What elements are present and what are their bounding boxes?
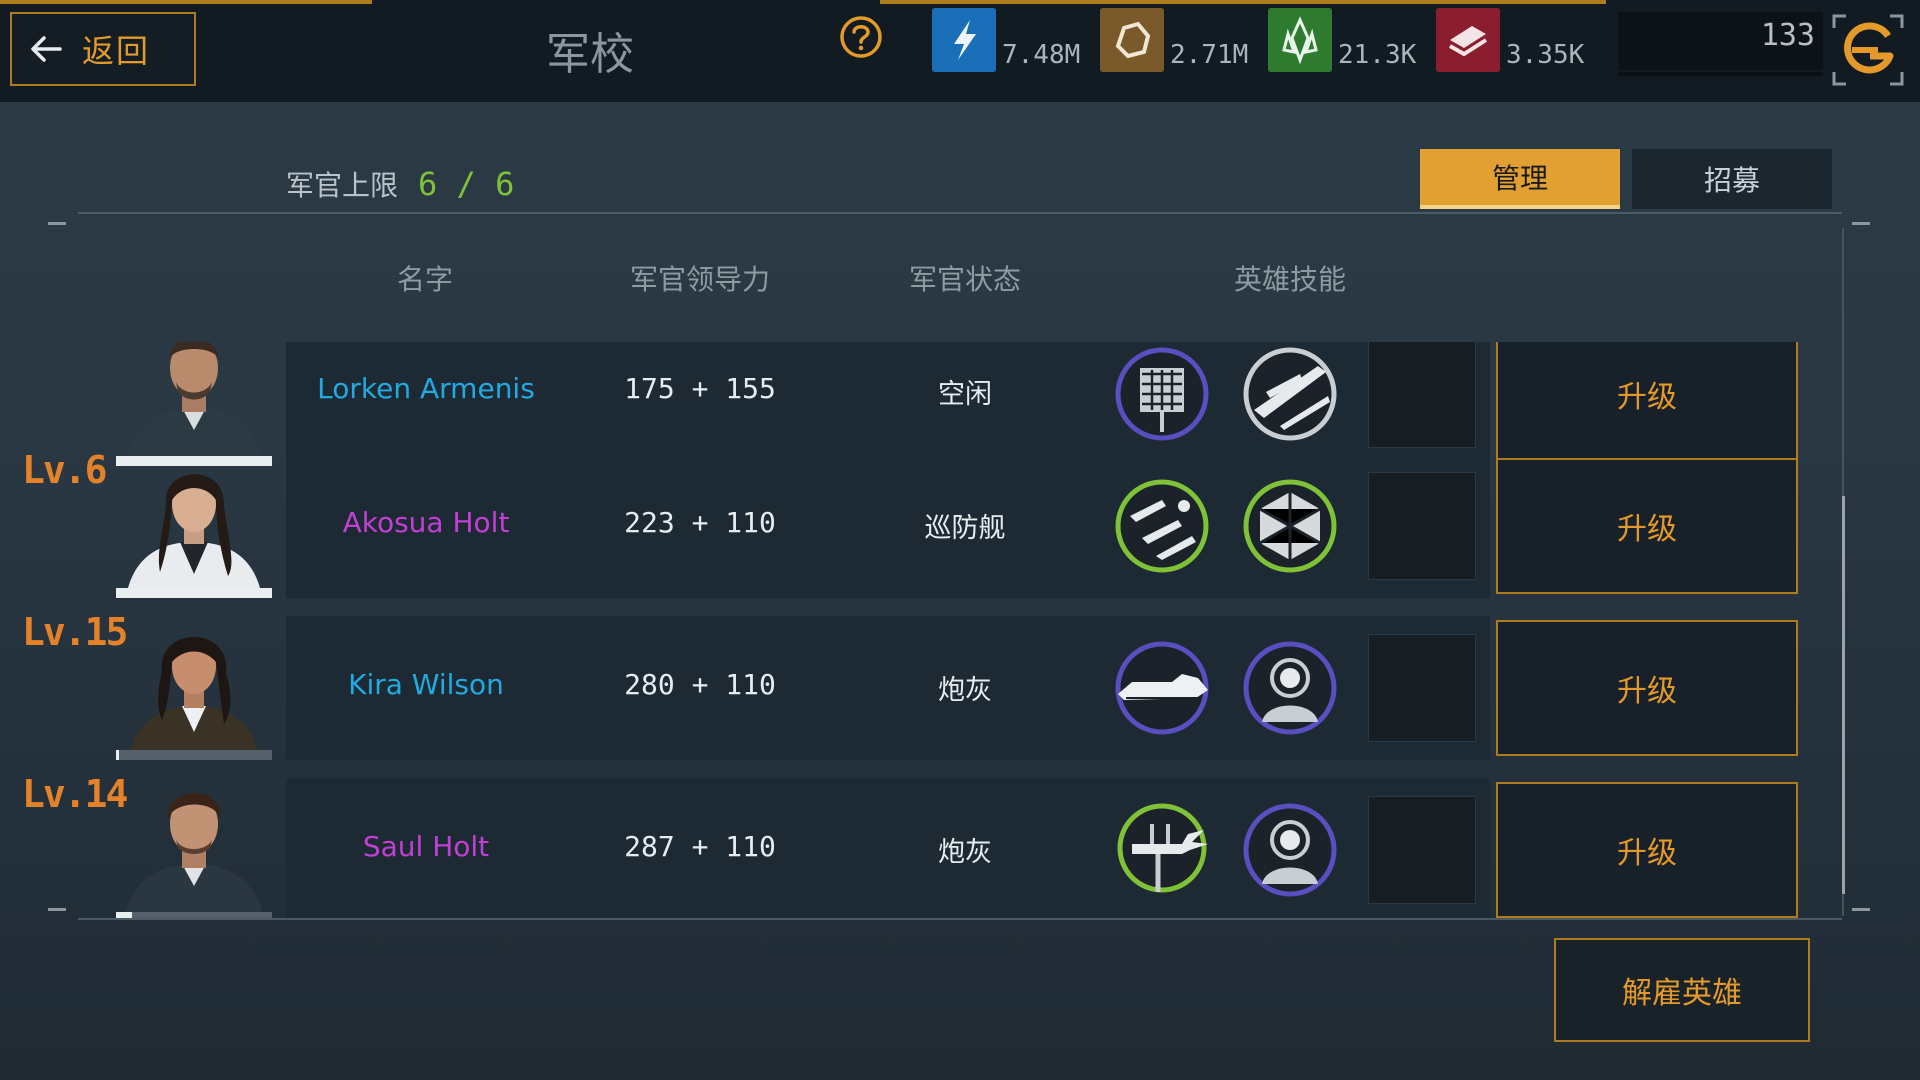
upgrade-button[interactable]: 升级 <box>1496 620 1798 756</box>
tab-recruit[interactable]: 招募 <box>1632 149 1832 209</box>
officer-row[interactable]: Lv.14 Saul Holt 287 + 110 炮灰 升级 <box>0 772 1920 918</box>
counter-bar <box>1618 72 1823 76</box>
officer-level: Lv.6 <box>22 448 108 492</box>
officer-status: 炮灰 <box>938 675 992 706</box>
empty-skill-slot[interactable] <box>1368 342 1476 448</box>
battleship-skill-icon[interactable] <box>1112 638 1212 738</box>
empty-skill-slot[interactable] <box>1368 796 1476 904</box>
officer-leadership: 175 + 155 <box>624 372 776 405</box>
energy-value: 7.48M <box>1002 40 1081 70</box>
officer-row[interactable]: Lv.6 Akosua Holt 223 + 110 巡防舰 升级 <box>0 448 1920 598</box>
officer-row[interactable]: Lv.15 Kira Wilson 280 + 110 炮灰 升级 <box>0 610 1920 760</box>
column-header-leadership: 军官领导力 <box>629 263 770 296</box>
tab-manage[interactable]: 管理 <box>1420 149 1620 209</box>
alloy-value: 3.35K <box>1506 40 1585 70</box>
health-bar <box>116 750 272 760</box>
officer-status: 炮灰 <box>938 837 992 868</box>
commander-skill-icon[interactable] <box>1240 638 1340 738</box>
resource-crystal[interactable]: 21.3K <box>1268 4 1416 94</box>
officer-avatar <box>130 637 258 750</box>
turret-blast-skill-icon[interactable] <box>1112 794 1212 894</box>
resource-ore[interactable]: 2.71M <box>1100 4 1248 94</box>
top-bar: 返回 军校 7.48M 2.71M 21.3K 3.35K 133 <box>0 0 1920 102</box>
health-bar-fill <box>116 588 272 598</box>
officer-avatar <box>128 474 260 588</box>
upgrade-button[interactable]: 升级 <box>1496 342 1798 462</box>
officer-leadership: 287 + 110 <box>624 830 776 863</box>
officer-avatar <box>126 342 262 456</box>
column-header-skills: 英雄技能 <box>1233 263 1346 296</box>
circuit-skill-icon[interactable] <box>1112 344 1212 444</box>
back-button[interactable]: 返回 <box>10 12 196 86</box>
commander-skill-icon[interactable] <box>1240 800 1340 900</box>
empty-skill-slot[interactable] <box>1368 634 1476 742</box>
hex-shield-skill-icon[interactable] <box>1240 476 1340 576</box>
alloy-icon <box>1436 8 1500 72</box>
ore-value: 2.71M <box>1170 40 1249 70</box>
officer-portrait[interactable] <box>116 342 272 466</box>
officer-leadership: 223 + 110 <box>624 506 776 539</box>
officer-level: Lv.14 <box>22 772 128 816</box>
back-label: 返回 <box>82 32 151 70</box>
officer-limit-label: 军官上限 <box>286 169 399 202</box>
page-title: 军校 <box>546 29 634 80</box>
officer-leadership: 280 + 110 <box>624 668 776 701</box>
energy-icon <box>932 8 996 72</box>
officer-name: Saul Holt <box>362 830 490 863</box>
fighter-squadron-skill-icon[interactable] <box>1240 344 1340 444</box>
officer-portrait[interactable] <box>116 454 272 598</box>
officer-list: Lorken Armenis 175 + 155 空闲 升级 Lv.6 Akos… <box>0 342 1920 918</box>
corner-tick <box>1852 222 1870 225</box>
divider <box>78 918 1842 920</box>
currency-g-icon[interactable] <box>1830 12 1906 88</box>
officer-name: Kira Wilson <box>348 668 504 701</box>
health-bar <box>116 588 272 598</box>
column-header-status: 军官状态 <box>908 263 1021 296</box>
missile-strike-skill-icon[interactable] <box>1112 476 1212 576</box>
crystal-icon <box>1268 8 1332 72</box>
divider <box>78 212 1842 214</box>
empty-skill-slot[interactable] <box>1368 472 1476 580</box>
health-bar-fill <box>116 750 120 760</box>
officer-name: Lorken Armenis <box>317 372 535 405</box>
officer-avatar <box>126 793 262 912</box>
crystal-value: 21.3K <box>1338 40 1417 70</box>
officer-status: 巡防舰 <box>924 513 1006 544</box>
corner-tick <box>48 222 66 225</box>
upgrade-button[interactable]: 升级 <box>1496 782 1798 918</box>
resource-counter: 133 <box>1618 12 1823 76</box>
officer-portrait[interactable] <box>116 616 272 760</box>
ore-icon <box>1100 8 1164 72</box>
officer-limit-count: 6 / 6 <box>418 165 515 203</box>
column-header-name: 名字 <box>396 263 453 296</box>
officer-row[interactable]: Lorken Armenis 175 + 155 空闲 升级 <box>0 342 1920 466</box>
top-accent-line <box>0 0 372 4</box>
resource-alloy[interactable]: 3.35K <box>1436 4 1584 94</box>
upgrade-button[interactable]: 升级 <box>1496 458 1798 594</box>
counter-value: 133 <box>1760 18 1815 53</box>
officer-name: Akosua Holt <box>342 506 510 539</box>
dismiss-hero-button[interactable]: 解雇英雄 <box>1554 938 1810 1042</box>
officer-level: Lv.15 <box>22 610 128 654</box>
officer-status: 空闲 <box>938 379 992 410</box>
back-arrow-icon <box>31 36 62 62</box>
help-icon[interactable] <box>838 14 884 60</box>
resource-energy[interactable]: 7.48M <box>932 4 1080 94</box>
officer-portrait[interactable] <box>116 778 272 918</box>
officer-limit: 军官上限 6 / 6 <box>286 164 514 204</box>
